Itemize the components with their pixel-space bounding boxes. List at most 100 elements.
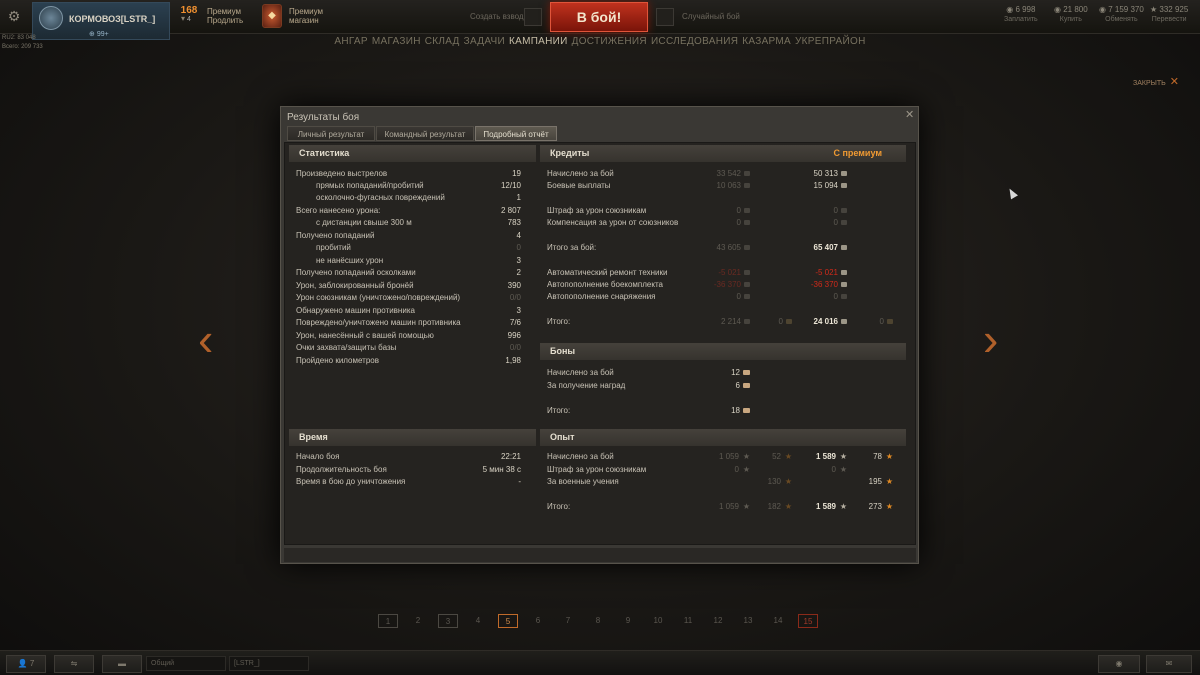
experience-base-free: 130 ★ (768, 476, 792, 488)
experience-base-free: 52 ★ (772, 451, 792, 463)
eye-button[interactable]: ◉ (1098, 655, 1140, 673)
resource-exchange[interactable]: ◉ 7 159 370 Обменять (1099, 5, 1144, 25)
page-1[interactable]: 1 (378, 614, 398, 628)
nav-item-4[interactable]: КАМПАНИИ (509, 36, 568, 47)
close-link[interactable]: ЗАКРЫТЬ ✕ (1133, 75, 1179, 88)
nav-item-8[interactable]: УКРЕПРАЙОН (795, 36, 866, 47)
chat-channel-general[interactable]: Общий (146, 656, 226, 671)
vehicle-button[interactable]: ▬ (102, 655, 142, 673)
nav-item-1[interactable]: МАГАЗИН (372, 36, 421, 47)
resource-value: ◉ 21 800 (1054, 5, 1088, 14)
gold-base-value: 0 (778, 317, 783, 326)
tank-icon: ▬ (118, 659, 126, 668)
bonds-row: Итого: 18 (540, 405, 906, 417)
credits-label: Начислено за бой (547, 169, 614, 178)
page-13[interactable]: 13 (738, 614, 758, 628)
battle-mode-select[interactable]: Случайный бой (682, 12, 740, 21)
tab-detailed[interactable]: Подробный отчёт (475, 126, 557, 141)
page-15[interactable]: 15 (798, 614, 818, 628)
platoon-icon[interactable] (524, 8, 542, 26)
page-8[interactable]: 8 (588, 614, 608, 628)
credits-base-value: 2 214 (720, 317, 741, 326)
credits-label: Автопополнение боекомплекта (547, 280, 663, 289)
nav-item-5[interactable]: ДОСТИЖЕНИЯ (572, 36, 647, 47)
gear-icon[interactable]: ⚙ (6, 8, 22, 24)
nav-item-7[interactable]: КАЗАРМА (742, 36, 791, 47)
time-row: Начало боя 22:21 (285, 451, 535, 463)
stat-row: пробитий 0 (285, 242, 535, 254)
credits-header-label: Кредиты (550, 148, 590, 158)
premium-extend-link[interactable]: Премиум Продлить (207, 7, 243, 25)
gold-premium: 0 (880, 316, 893, 328)
stat-label: Обнаружено машин противника (296, 306, 415, 315)
stat-value: 783 (507, 218, 521, 227)
star-icon: ★ (742, 451, 750, 461)
credits-premium: -5 021 (815, 267, 847, 279)
bonds-row: Начислено за бой 12 (540, 367, 906, 379)
credits-premium: 0 (834, 205, 847, 217)
time-row: Продолжительность боя 5 мин 38 с (285, 464, 535, 476)
create-platoon-button[interactable]: Создать взвод (470, 12, 524, 21)
premium-shop-link[interactable]: Премиум магазин (289, 7, 323, 25)
page-2[interactable]: 2 (408, 614, 428, 628)
handshake-button[interactable]: ⇋ (54, 655, 94, 673)
credits-base-value: 0 (736, 206, 741, 215)
stat-value: 1 (516, 193, 521, 202)
resource-value: ★ 332 925 (1150, 5, 1189, 14)
page-3[interactable]: 3 (438, 614, 458, 628)
stat-row: Обнаружено машин противника 3 (285, 305, 535, 317)
page-7[interactable]: 7 (558, 614, 578, 628)
page-5[interactable]: 5 (498, 614, 518, 628)
tab-team[interactable]: Командный результат (376, 126, 474, 141)
bonds-label: Начислено за бой (547, 368, 614, 377)
free-xp-icon: ★ (784, 501, 792, 511)
nav-item-3[interactable]: ЗАДАЧИ (464, 36, 505, 47)
page-4[interactable]: 4 (468, 614, 488, 628)
page-14[interactable]: 14 (768, 614, 788, 628)
credits-icon (744, 270, 750, 276)
stat-label: Урон, заблокированный бронёй (296, 281, 414, 290)
resource-freexp[interactable]: ★ 332 925 Перевести (1150, 5, 1188, 25)
star-icon: ★ (839, 464, 847, 474)
bonds-value-text: 12 (731, 368, 740, 377)
premium-shop-icon[interactable]: ◆ (262, 4, 282, 28)
experience-header: Опыт (540, 429, 906, 446)
chat-channel-clan[interactable]: [LSTR_] (229, 656, 309, 671)
battle-button[interactable]: В бой! (550, 2, 648, 32)
stats-header: Статистика (289, 145, 536, 162)
credits-row: Боевые выплаты 10 063 15 094 (540, 180, 906, 192)
experience-value: 1 589 (815, 452, 836, 461)
credits-base: 0 (737, 291, 750, 303)
close-icon[interactable]: ✕ (905, 108, 914, 121)
battle-mode-icon[interactable] (656, 8, 674, 26)
notifications-button[interactable]: ✉ (1146, 655, 1192, 673)
nav-item-2[interactable]: СКЛАД (425, 36, 460, 47)
prev-arrow-icon[interactable]: ‹ (198, 312, 213, 366)
credits-icon (744, 319, 750, 325)
experience-prem: 0 ★ (832, 464, 847, 476)
premium-link-line2: Продлить (207, 16, 244, 25)
stat-label: прямых попаданий/пробитий (316, 181, 424, 190)
experience-value: 78 (873, 452, 882, 461)
tab-personal[interactable]: Личный результат (287, 126, 375, 141)
resource-credits[interactable]: ◉ 21 800 Купить (1054, 5, 1088, 25)
resource-gold[interactable]: ◉ 6 998 Заплатить (1004, 5, 1038, 25)
stat-row: Получено попаданий 4 (285, 230, 535, 242)
experience-base: 1 059 ★ (719, 501, 750, 513)
friends-button[interactable]: 👤 7 (6, 655, 46, 673)
page-9[interactable]: 9 (618, 614, 638, 628)
credits-premium-value: -36 370 (810, 280, 838, 289)
experience-label: Начислено за бой (547, 452, 614, 461)
credits-base: -5 021 (718, 267, 750, 279)
page-6[interactable]: 6 (528, 614, 548, 628)
player-panel[interactable]: КОРМОВОЗ[LSTR_] ▾ ⊕ 99+ (32, 2, 185, 40)
next-arrow-icon[interactable]: › (983, 312, 998, 366)
page-10[interactable]: 10 (648, 614, 668, 628)
time-row: Время в бою до уничтожения - (285, 476, 535, 488)
page-11[interactable]: 11 (678, 614, 698, 628)
stat-row: Урон, нанесённый с вашей помощью 996 (285, 330, 535, 342)
nav-item-6[interactable]: ИССЛЕДОВАНИЯ (651, 36, 738, 47)
credits-icon (744, 171, 750, 177)
page-12[interactable]: 12 (708, 614, 728, 628)
nav-item-0[interactable]: АНГАР (334, 36, 367, 47)
